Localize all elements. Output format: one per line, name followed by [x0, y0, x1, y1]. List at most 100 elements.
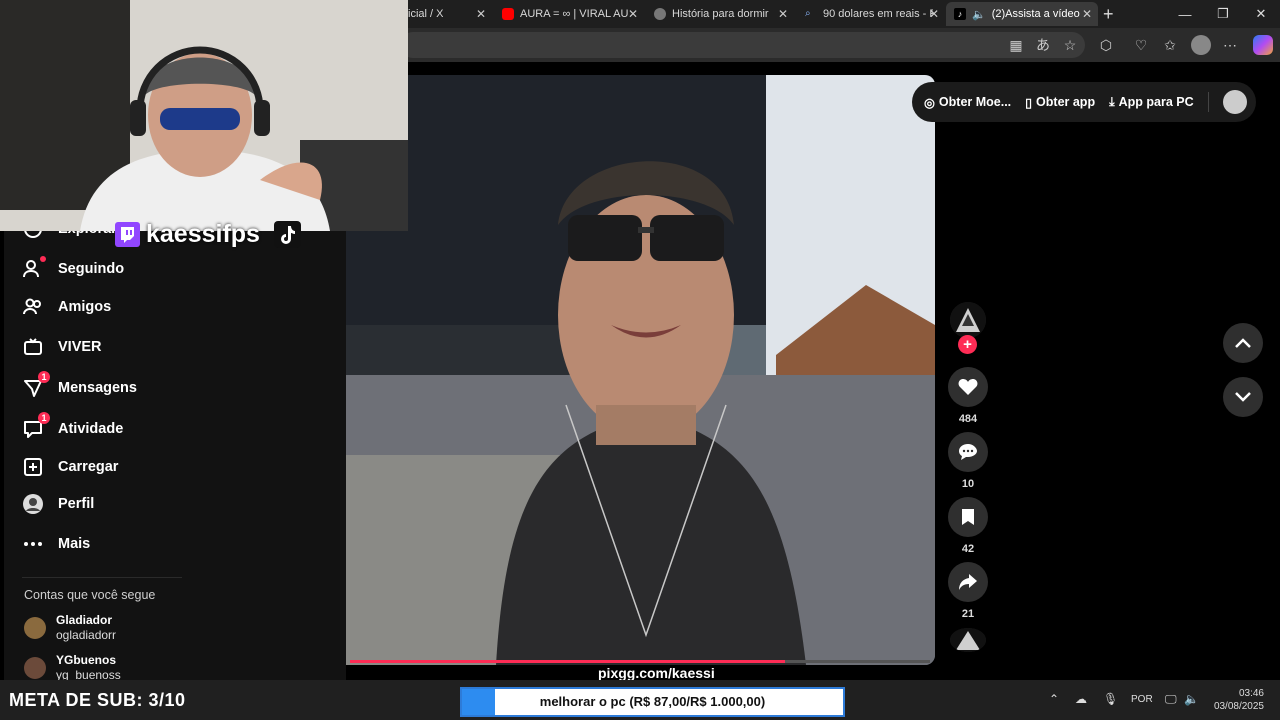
url-field[interactable]: ▦ あ ☆ [400, 32, 1085, 58]
network-icon[interactable]: 🖵 [1165, 692, 1177, 707]
profile-avatar [22, 493, 44, 515]
sidebar-item-label: Seguindo [58, 261, 125, 277]
tab-x[interactable]: icial / X ✕ [400, 2, 492, 26]
like-count: 484 [958, 413, 978, 425]
microphone-icon[interactable]: 🎙 [1103, 692, 1118, 706]
system-clock[interactable]: 03:46 03/08/2025 [1210, 687, 1264, 713]
maximize-button[interactable]: ❐ [1204, 0, 1242, 28]
extensions-icon[interactable]: ⬡ [1098, 37, 1114, 53]
like-action[interactable]: 484 [948, 367, 988, 425]
profile-avatar-icon[interactable] [1191, 35, 1211, 55]
get-app-button[interactable]: ▯ Obter app [1025, 95, 1095, 110]
close-tab-icon[interactable]: ✕ [476, 7, 486, 21]
donation-goal-bar: melhorar o pc (R$ 87,00/R$ 1.000,00) [460, 687, 845, 717]
heart-icon[interactable] [948, 367, 988, 407]
browser-essentials-icon[interactable]: ♡ [1133, 37, 1149, 53]
activity-badge: 1 [38, 412, 50, 424]
language-indicator[interactable]: POR [1131, 694, 1153, 705]
video-player[interactable] [346, 75, 935, 665]
sidebar-item-label: VIVER [58, 339, 102, 355]
sidebar-item-amigos[interactable]: Amigos [22, 294, 111, 320]
account-name: Gladiador [56, 613, 113, 627]
pc-app-label: App para PC [1118, 95, 1194, 109]
get-coins-button[interactable]: ◎ Obter Moe... [924, 95, 1011, 110]
close-tab-icon[interactable]: ✕ [1082, 7, 1092, 21]
previous-video-button[interactable] [1223, 323, 1263, 363]
video-progress-bar[interactable] [350, 660, 930, 663]
share-icon[interactable] [948, 562, 988, 602]
get-coins-label: Obter Moe... [938, 95, 1012, 109]
donation-goal-text: melhorar o pc (R$ 87,00/R$ 1.000,00) [539, 694, 766, 709]
download-icon: ⤓ [1109, 94, 1115, 109]
follow-plus-button[interactable]: + [958, 335, 977, 354]
sidebar-item-label: Mensagens [58, 380, 137, 396]
pc-app-button[interactable]: ⤓ App para PC [1109, 95, 1194, 110]
avatar [24, 657, 46, 679]
save-count: 42 [961, 543, 975, 555]
tiktok-page: Explorar Seguindo Amigos VIVER 1 [0, 0, 1280, 683]
sidebar-item-label: Mais [58, 536, 91, 552]
tab-tiktok[interactable]: ♪ 🔈 (2)Assista a vídeo ✕ [946, 2, 1098, 26]
window-controls: — ❐ ✕ [1166, 0, 1280, 28]
minimize-button[interactable]: — [1166, 0, 1204, 28]
webcam-overlay [0, 0, 408, 231]
tiktok-icon: ♪ [954, 8, 966, 20]
close-window-button[interactable]: ✕ [1242, 0, 1280, 28]
sidebar-item-mensagens[interactable]: 1 Mensagens [22, 371, 137, 401]
new-tab-button[interactable]: + [1103, 4, 1114, 25]
phone-icon: ▯ [1025, 95, 1033, 110]
close-tab-icon[interactable]: ✕ [628, 7, 638, 21]
cloud-icon[interactable]: ☁ [1075, 692, 1087, 706]
youtube-icon [502, 8, 514, 20]
bookmark-icon[interactable] [948, 497, 988, 537]
more-menu-icon[interactable]: ⋯ [1222, 37, 1238, 53]
more-icon [22, 533, 44, 555]
next-video-button[interactable] [1223, 377, 1263, 417]
divider [1207, 92, 1209, 112]
sound-avatar[interactable] [950, 628, 986, 652]
save-action[interactable]: 42 [948, 497, 988, 555]
tab-youtube[interactable]: AURA = ∞ | VIRAL AU ✕ [494, 2, 644, 26]
share-count: 21 [961, 608, 975, 620]
comment-count: 10 [961, 478, 975, 490]
app-grid-icon[interactable]: ▦ [1008, 37, 1024, 53]
volume-icon[interactable]: 🔈 [1184, 692, 1199, 706]
tab-historia[interactable]: História para dormir ✕ [646, 2, 794, 26]
favorite-star-icon[interactable]: ☆ [1062, 37, 1078, 53]
comment-action[interactable]: 10 [948, 432, 988, 490]
messages-badge: 1 [38, 371, 50, 383]
sidebar-item-seguindo[interactable]: Seguindo [22, 256, 124, 282]
sidebar-item-label: Carregar [58, 459, 119, 475]
donation-link-text: pixgg.com/kaessi [598, 665, 715, 681]
sidebar-item-label: Atividade [58, 421, 124, 437]
sidebar-item-label: Amigos [58, 299, 112, 315]
sidebar-item-carregar[interactable]: Carregar [22, 454, 118, 480]
favorites-icon[interactable]: ✩ [1162, 37, 1178, 53]
sidebar-item-viver[interactable]: VIVER [22, 334, 102, 360]
copilot-icon[interactable] [1253, 35, 1273, 55]
openai-icon [654, 8, 666, 20]
chevron-up-icon[interactable]: ⌃ [1049, 692, 1059, 706]
translate-icon[interactable]: あ [1035, 37, 1051, 53]
sidebar-item-mais[interactable]: Mais [22, 531, 90, 557]
close-tab-icon[interactable]: ✕ [929, 7, 939, 21]
share-action[interactable]: 21 [948, 562, 988, 620]
user-avatar[interactable] [1222, 90, 1247, 114]
tab-search[interactable]: ⌕ 90 dolares em reais - F ✕ [797, 2, 945, 26]
followed-account[interactable]: Gladiador ogladiadorr [24, 613, 116, 643]
speaker-icon[interactable]: 🔈 [972, 8, 986, 21]
close-tab-icon[interactable]: ✕ [778, 7, 788, 21]
tab-title: (2)Assista a vídeo [991, 8, 1080, 20]
channel-name: kaessifps [146, 220, 260, 248]
creator-avatar[interactable] [950, 302, 986, 338]
get-app-label: Obter app [1036, 95, 1096, 109]
tab-title: História para dormir [672, 8, 769, 20]
divider [22, 577, 182, 578]
followed-account[interactable]: YGbuenos yg_buenoss [24, 653, 121, 683]
tiktok-logo-icon [273, 221, 301, 248]
avatar [24, 617, 46, 639]
webcam-frame [0, 0, 408, 231]
sidebar-item-atividade[interactable]: 1 Atividade [22, 412, 124, 442]
sidebar-item-perfil[interactable]: Perfil [22, 491, 94, 517]
comment-icon[interactable] [948, 432, 988, 472]
